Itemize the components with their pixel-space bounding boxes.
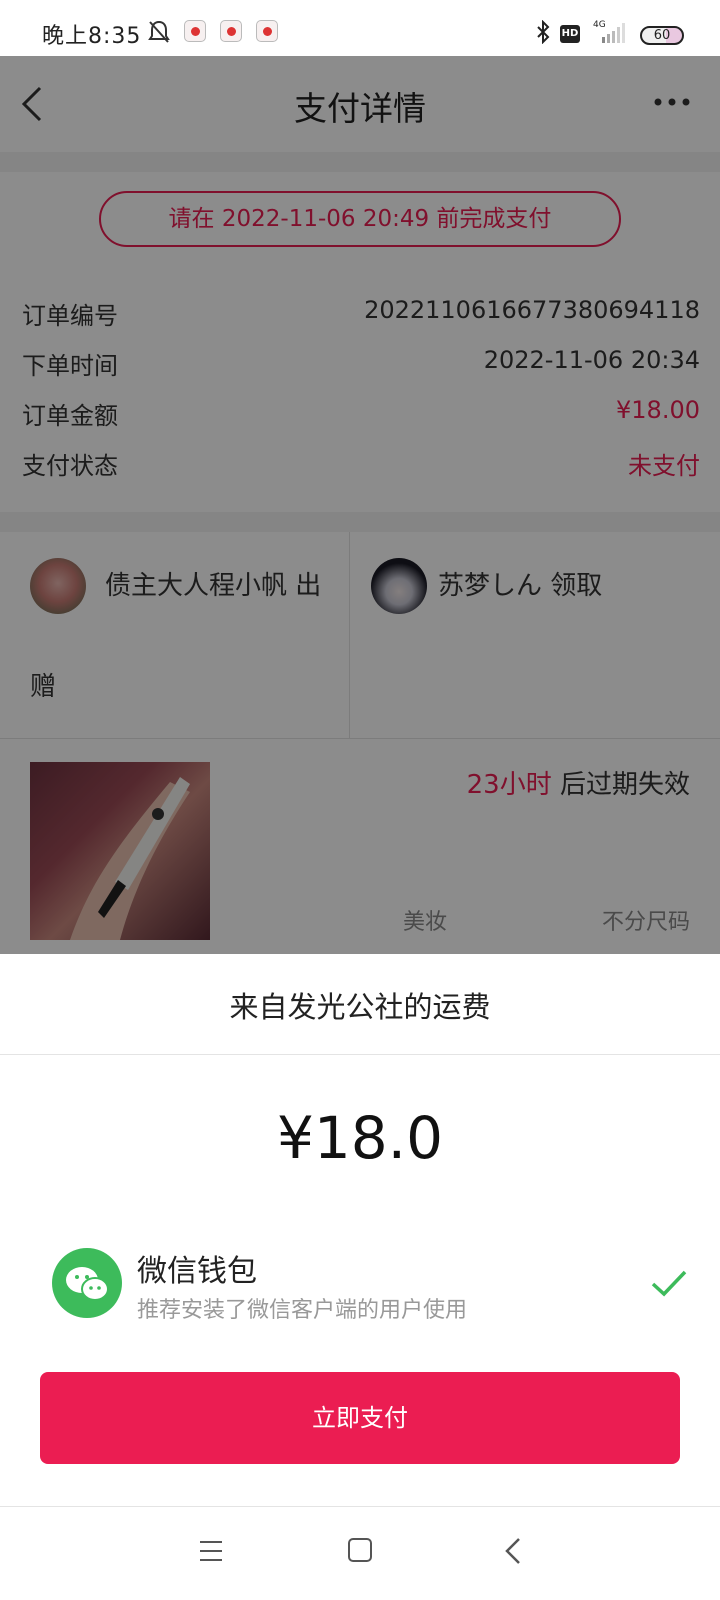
bell-muted-icon [148,20,170,43]
payment-sheet: 来自发光公社的运费 ¥18.0 微信钱包 推荐安装了微信客户端的用户使用 立即支… [0,954,720,1506]
system-back-icon[interactable] [503,1537,523,1565]
status-bar: 晚上8:35 HD 4G 60 [0,0,720,56]
wechat-icon [52,1248,122,1318]
payment-method-name[interactable]: 微信钱包 [137,1246,257,1290]
app-notification-icon [256,20,278,42]
divider [0,1054,720,1055]
recent-apps-icon[interactable] [198,1539,224,1563]
bluetooth-icon [537,20,550,44]
signal-icon [602,23,625,43]
battery-icon: 60 [640,26,684,45]
pay-now-button[interactable]: 立即支付 [40,1372,680,1464]
hd-icon: HD [560,25,580,43]
system-nav-bar [0,1506,720,1600]
status-time: 晚上8:35 [42,24,142,49]
check-icon[interactable] [651,1268,687,1298]
modal-overlay[interactable] [0,56,720,956]
app-notification-icon [184,20,206,42]
app-notification-icon [220,20,242,42]
home-icon[interactable] [348,1538,372,1562]
payment-method-desc: 推荐安装了微信客户端的用户使用 [137,1298,468,1323]
sheet-title: 来自发光公社的运费 [229,990,491,1024]
payment-amount: ¥18.0 [276,1104,444,1172]
